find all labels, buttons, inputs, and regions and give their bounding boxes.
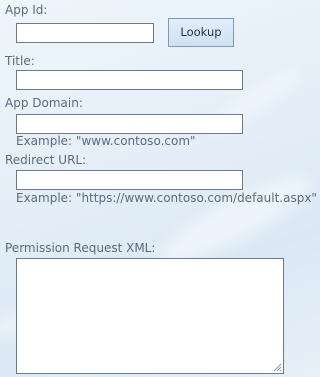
- resize-grip-icon[interactable]: [272, 362, 282, 372]
- app-domain-input[interactable]: [16, 114, 243, 134]
- app-id-label: App Id:: [5, 3, 48, 17]
- lookup-button[interactable]: Lookup: [168, 18, 234, 47]
- permission-xml-label: Permission Request XML:: [5, 241, 156, 255]
- app-domain-label: App Domain:: [5, 96, 83, 110]
- redirect-url-input[interactable]: [16, 170, 243, 190]
- title-label: Title:: [5, 54, 35, 68]
- title-input[interactable]: [16, 70, 243, 90]
- redirect-url-example: Example: "https://www.contoso.com/defaul…: [16, 191, 317, 205]
- permission-xml-textarea[interactable]: [16, 258, 284, 374]
- app-domain-example: Example: "www.contoso.com": [16, 134, 196, 148]
- redirect-url-label: Redirect URL:: [5, 153, 87, 167]
- app-id-input[interactable]: [16, 23, 154, 43]
